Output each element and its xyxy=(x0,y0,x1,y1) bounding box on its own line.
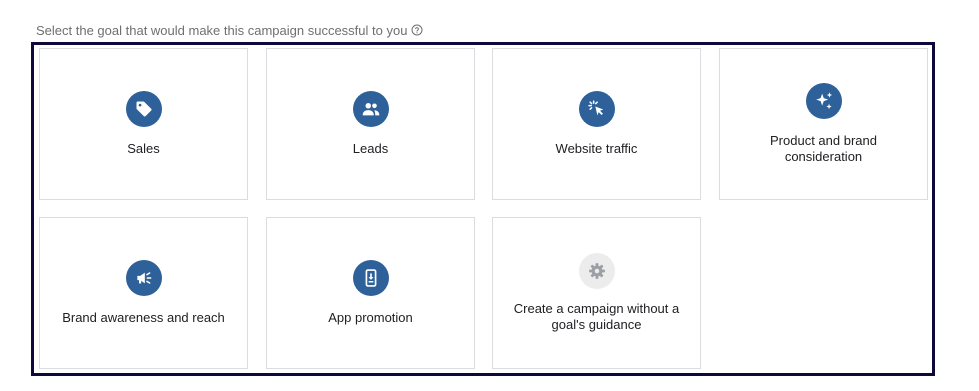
goal-card-product-brand-consideration[interactable]: Product and brand consideration xyxy=(719,48,928,200)
sparkle-icon xyxy=(805,83,842,119)
goal-prompt-text: Select the goal that would make this cam… xyxy=(36,23,408,38)
goal-label: Sales xyxy=(127,141,160,156)
goal-label: App promotion xyxy=(328,310,413,325)
phone-download-icon xyxy=(352,260,389,296)
goal-card-leads[interactable]: Leads xyxy=(266,48,475,200)
megaphone-icon xyxy=(125,260,162,296)
cursor-click-icon xyxy=(578,91,615,127)
goal-card-brand-awareness-reach[interactable]: Brand awareness and reach xyxy=(39,217,248,369)
leads-people-icon xyxy=(352,91,389,127)
goal-card-sales[interactable]: Sales xyxy=(39,48,248,200)
help-circle-icon[interactable] xyxy=(411,24,423,36)
goal-label: Brand awareness and reach xyxy=(62,310,225,325)
goal-card-app-promotion[interactable]: App promotion xyxy=(266,217,475,369)
goal-label: Website traffic xyxy=(555,141,638,156)
goal-card-website-traffic[interactable]: Website traffic xyxy=(492,48,701,200)
goal-card-no-goal-guidance[interactable]: Create a campaign without a goal's guida… xyxy=(492,217,701,369)
goal-label: Leads xyxy=(352,141,389,156)
goal-label: Product and brand consideration xyxy=(770,133,877,164)
goal-prompt: Select the goal that would make this cam… xyxy=(36,23,423,38)
goal-label: Create a campaign without a goal's guida… xyxy=(513,301,680,332)
goal-selection-grid: Sales Leads Website traffic Product and … xyxy=(31,42,935,376)
gear-icon xyxy=(578,253,615,289)
sales-tag-icon xyxy=(125,91,162,127)
